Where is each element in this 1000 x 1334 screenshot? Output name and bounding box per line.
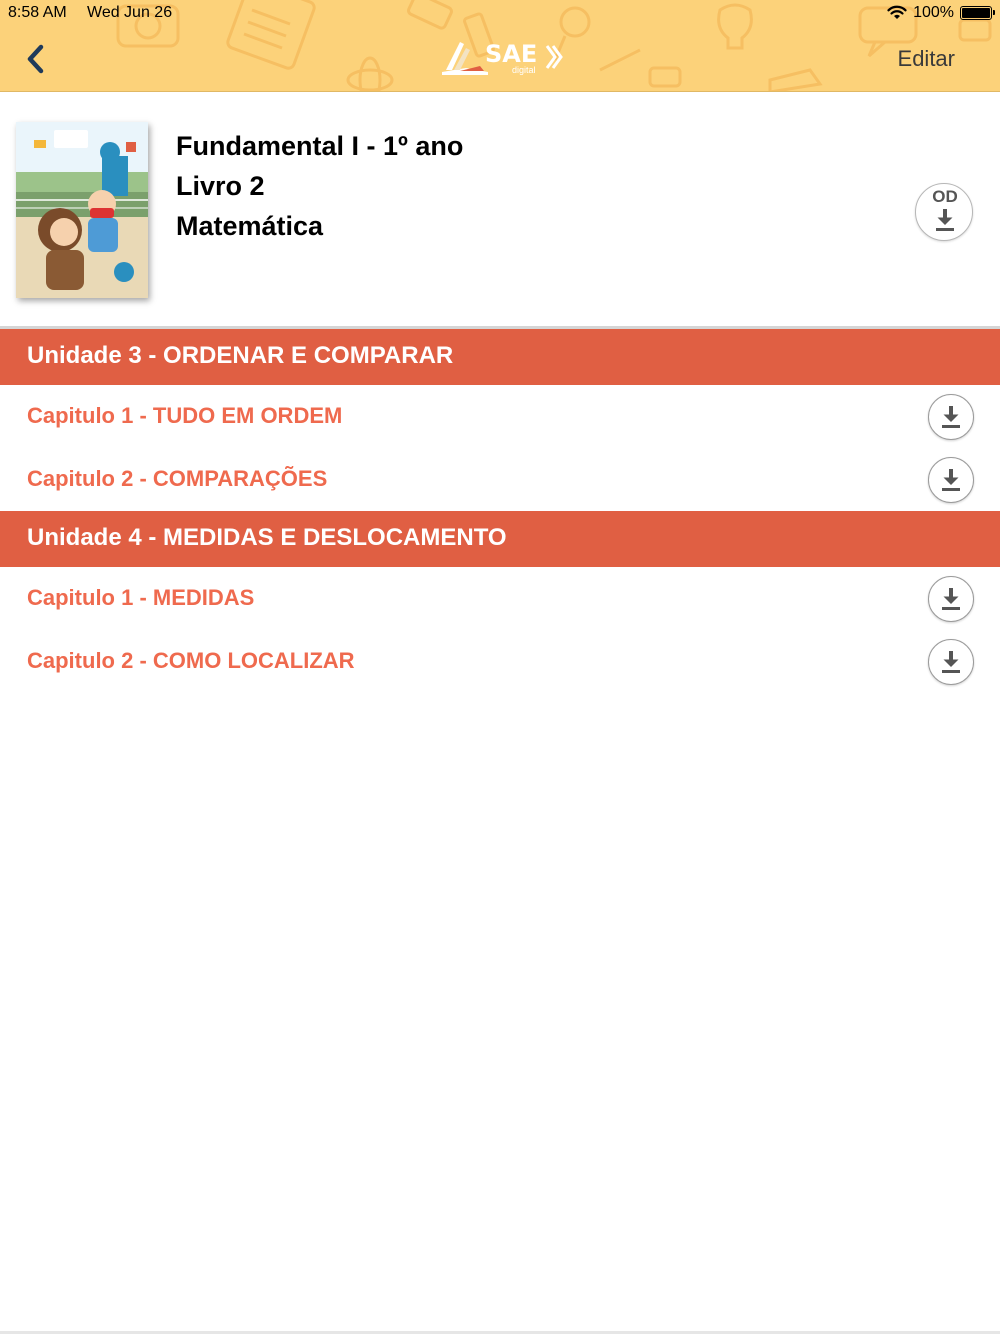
book-info-section: Fundamental I - 1º ano Livro 2 Matemátic… <box>0 92 1000 328</box>
book-cover-illustration <box>16 122 148 298</box>
chevron-left-icon <box>27 44 44 74</box>
status-time: 8:58 AM <box>8 4 67 21</box>
download-icon <box>942 651 960 673</box>
logo-text: SAE <box>485 40 538 68</box>
battery-icon <box>960 6 995 20</box>
book-level: Fundamental I - 1º ano <box>176 131 464 161</box>
od-label: OD <box>932 187 958 206</box>
edit-button[interactable]: Editar <box>898 46 955 72</box>
chapter-title[interactable]: Capitulo 1 - TUDO EM ORDEM <box>27 403 342 429</box>
book-cover-image[interactable] <box>16 122 148 298</box>
chapter-row[interactable]: Capitulo 2 - COMO LOCALIZAR <box>0 630 1000 693</box>
logo-subtitle: digital <box>512 65 536 75</box>
status-bar: 8:58 AM Wed Jun 26 100% <box>0 0 1000 28</box>
chapter-title[interactable]: Capitulo 2 - COMPARAÇÕES <box>27 466 327 492</box>
unit-header: Unidade 3 - ORDENAR E COMPARAR <box>0 329 1000 385</box>
status-date: Wed Jun 26 <box>87 4 173 21</box>
book-volume: Livro 2 <box>176 171 265 201</box>
chapter-title[interactable]: Capitulo 2 - COMO LOCALIZAR <box>27 648 355 674</box>
download-icon <box>936 209 954 231</box>
sae-digital-logo: SAE digital <box>440 38 565 76</box>
download-icon <box>942 469 960 491</box>
status-indicators: 100% <box>887 4 995 22</box>
wifi-icon <box>887 5 907 19</box>
book-subject: Matemática <box>176 211 324 241</box>
book-logo-icon <box>442 42 488 75</box>
nav-header: 8:58 AM Wed Jun 26 100% SAE digital Edit… <box>0 0 1000 92</box>
chapter-row[interactable]: Capitulo 2 - COMPARAÇÕES <box>0 448 1000 511</box>
chapter-download-button[interactable] <box>928 457 974 503</box>
download-icon <box>942 588 960 610</box>
unit-title: Unidade 4 - MEDIDAS E DESLOCAMENTO <box>27 524 507 551</box>
chapter-title[interactable]: Capitulo 1 - MEDIDAS <box>27 585 254 611</box>
download-icon <box>942 406 960 428</box>
back-button[interactable] <box>22 42 52 76</box>
battery-percentage: 100% <box>913 4 954 21</box>
chapter-row[interactable]: Capitulo 1 - TUDO EM ORDEM <box>0 385 1000 448</box>
chevron-right-icon <box>545 45 563 69</box>
chapter-download-button[interactable] <box>928 576 974 622</box>
chapter-row[interactable]: Capitulo 1 - MEDIDAS <box>0 567 1000 630</box>
chapter-download-button[interactable] <box>928 394 974 440</box>
chapter-download-button[interactable] <box>928 639 974 685</box>
od-download-button[interactable]: OD <box>915 183 973 241</box>
unit-header: Unidade 4 - MEDIDAS E DESLOCAMENTO <box>0 511 1000 567</box>
unit-title: Unidade 3 - ORDENAR E COMPARAR <box>27 342 454 369</box>
book-title-block: Fundamental I - 1º ano Livro 2 Matemátic… <box>176 126 463 246</box>
